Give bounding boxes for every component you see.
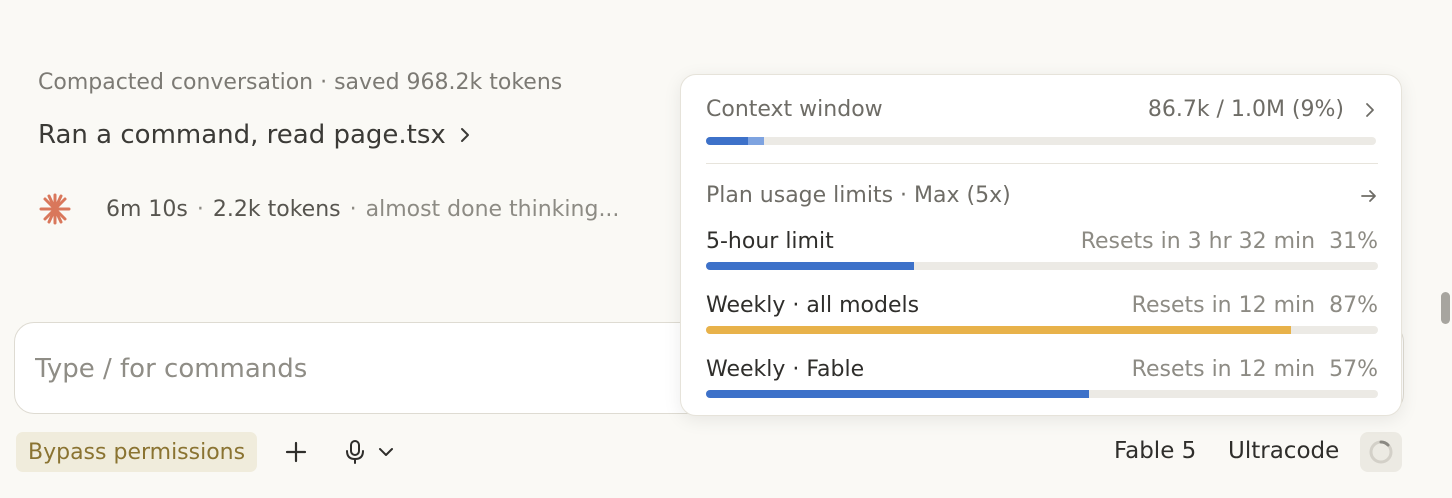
limit-name: Weekly · Fable <box>706 357 865 382</box>
microphone-icon <box>346 440 364 464</box>
permission-mode-label: Bypass permissions <box>28 439 246 465</box>
limit-row-5-hour: 5-hour limit Resets in 3 hr 32 min 31% <box>706 229 1378 254</box>
limit-percent: 31% <box>1329 229 1378 254</box>
chevron-right-icon <box>460 128 469 142</box>
limit-bar-weekly-fable <box>706 390 1378 398</box>
scrollbar-thumb[interactable] <box>1441 292 1450 324</box>
popover-divider <box>706 163 1378 164</box>
limit-bar-fill <box>706 326 1291 334</box>
limit-name: Weekly · all models <box>706 293 920 318</box>
add-attachment-button[interactable] <box>282 436 310 468</box>
usage-popover: Context window 86.7k / 1.0M (9%) Plan us… <box>680 74 1402 416</box>
limit-row-weekly-fable: Weekly · Fable Resets in 12 min 57% <box>706 357 1378 382</box>
context-window-bar-recent <box>747 137 765 145</box>
chevron-down-icon <box>379 448 393 456</box>
prompt-input[interactable] <box>35 347 655 391</box>
arrow-right-icon <box>1361 189 1376 202</box>
context-window-bar-fill <box>706 137 748 145</box>
limit-reset-time: Resets in 12 min <box>1131 357 1316 382</box>
plan-usage-row[interactable]: Plan usage limits · Max (5x) <box>706 183 1378 208</box>
permission-mode-button[interactable]: Bypass permissions <box>16 432 258 472</box>
limit-reset-time: Resets in 3 hr 32 min <box>1080 229 1316 254</box>
tool-summary-toggle[interactable]: Ran a command, read page.tsx <box>38 120 474 150</box>
separator-dot: · <box>349 196 357 222</box>
context-window-row[interactable]: Context window 86.7k / 1.0M (9%) <box>706 97 1378 122</box>
model-selector[interactable]: Fable 5 <box>1114 438 1196 464</box>
plus-icon <box>285 441 307 463</box>
limit-bar-fill <box>706 262 915 270</box>
thinking-status-text: almost done thinking... <box>365 196 620 222</box>
limit-percent: 87% <box>1329 293 1378 318</box>
voice-input-button[interactable] <box>334 436 404 468</box>
usage-ring-icon <box>1369 440 1393 464</box>
tool-summary-label: Ran a command, read page.tsx <box>38 120 446 150</box>
context-window-value: 86.7k / 1.0M (9%) <box>1147 97 1344 122</box>
context-window-bar <box>706 137 1376 145</box>
limit-reset-time: Resets in 12 min <box>1131 293 1316 318</box>
elapsed-time: 6m 10s <box>106 196 188 222</box>
limit-bar-5-hour <box>706 262 1378 270</box>
usage-indicator-button[interactable] <box>1360 432 1402 472</box>
limit-name: 5-hour limit <box>706 229 834 254</box>
limit-percent: 57% <box>1329 357 1378 382</box>
chevron-right-icon <box>1366 102 1374 117</box>
limit-bar-fill <box>706 390 1090 398</box>
context-window-title: Context window <box>706 97 883 122</box>
claude-code-window: Compacted conversation · saved 968.2k to… <box>0 0 1452 498</box>
thinking-status: 6m 10s · 2.2k tokens · almost done think… <box>38 192 619 226</box>
compaction-note: Compacted conversation · saved 968.2k to… <box>38 70 563 95</box>
limit-row-weekly-all: Weekly · all models Resets in 12 min 87% <box>706 293 1378 318</box>
token-count: 2.2k tokens <box>212 196 341 222</box>
separator-dot: · <box>196 196 204 222</box>
effort-mode-selector[interactable]: Ultracode <box>1228 438 1339 464</box>
asterisk-spark-icon <box>39 193 71 225</box>
limit-bar-weekly-all <box>706 326 1378 334</box>
plan-usage-title: Plan usage limits · Max (5x) <box>706 183 1011 208</box>
